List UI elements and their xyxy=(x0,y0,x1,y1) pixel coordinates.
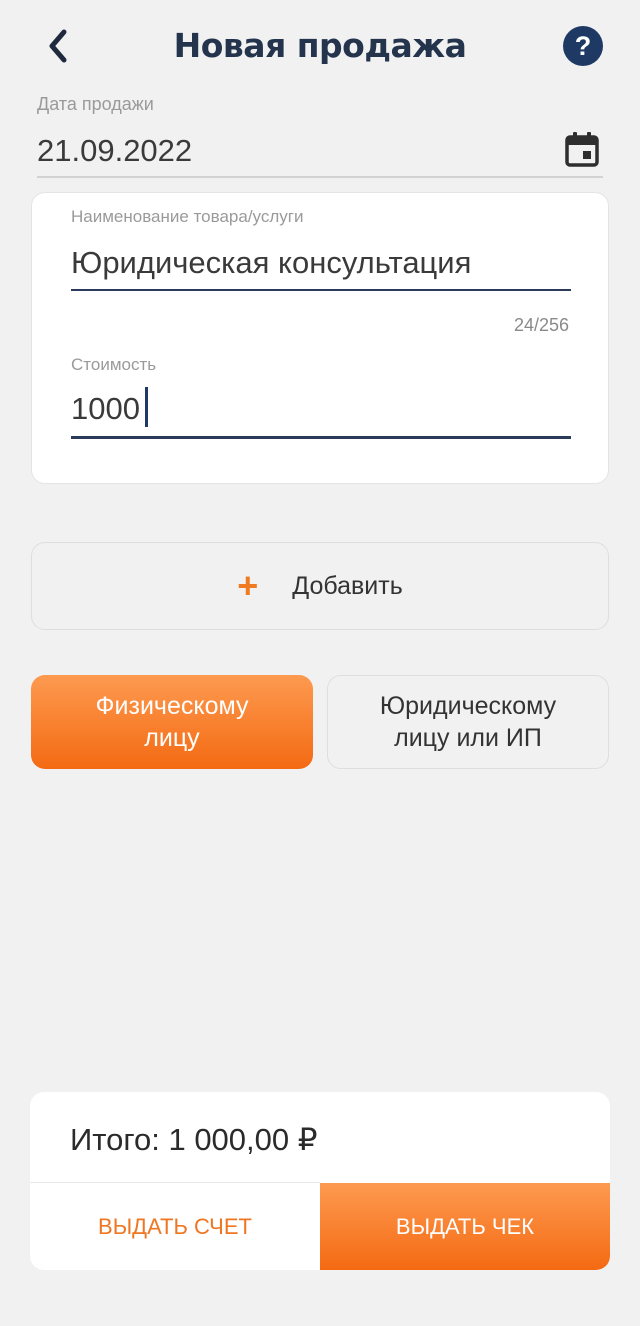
total-amount: Итого: 1 000,00 ₽ xyxy=(70,1122,318,1157)
individual-buyer-toggle[interactable]: Физическому лицу xyxy=(31,675,313,769)
item-name-underline xyxy=(71,289,571,291)
sale-date-field[interactable]: 21.09.2022 xyxy=(37,133,192,169)
calendar-button[interactable] xyxy=(562,130,602,170)
date-underline xyxy=(37,176,603,178)
legal-entity-buyer-toggle[interactable]: Юридическому лицу или ИП xyxy=(327,675,609,769)
help-button[interactable]: ? xyxy=(563,26,603,66)
summary-panel: Итого: 1 000,00 ₽ ВЫДАТЬ СЧЕТ ВЫДАТЬ ЧЕК xyxy=(30,1092,610,1270)
issue-receipt-label: ВЫДАТЬ ЧЕК xyxy=(395,1213,535,1239)
item-card: Наименование товара/услуги 24/256 Стоимо… xyxy=(31,192,609,484)
add-item-label: Добавить xyxy=(292,571,403,600)
plus-icon: + xyxy=(237,565,259,606)
price-label: Стоимость xyxy=(71,355,157,374)
item-name-label: Наименование товара/услуги xyxy=(71,207,304,226)
add-item-button[interactable]: + Добавить xyxy=(31,542,609,630)
issue-invoice-button[interactable]: ВЫДАТЬ СЧЕТ xyxy=(30,1183,320,1270)
header: Новая продажа ? xyxy=(0,0,640,92)
individual-buyer-label: Физическому лицу xyxy=(95,692,249,752)
issue-receipt-button[interactable]: ВЫДАТЬ ЧЕК xyxy=(320,1183,610,1270)
price-underline xyxy=(71,436,571,439)
text-cursor xyxy=(145,387,148,427)
sale-date-label: Дата продажи xyxy=(37,94,154,114)
help-icon: ? xyxy=(574,30,592,61)
char-counter: 24/256 xyxy=(513,315,569,335)
legal-entity-buyer-label: Юридическому лицу или ИП xyxy=(379,692,557,752)
item-name-input[interactable] xyxy=(71,243,571,283)
calendar-icon xyxy=(565,132,599,167)
page-title: Новая продажа xyxy=(173,26,467,65)
issue-invoice-label: ВЫДАТЬ СЧЕТ xyxy=(98,1213,252,1239)
